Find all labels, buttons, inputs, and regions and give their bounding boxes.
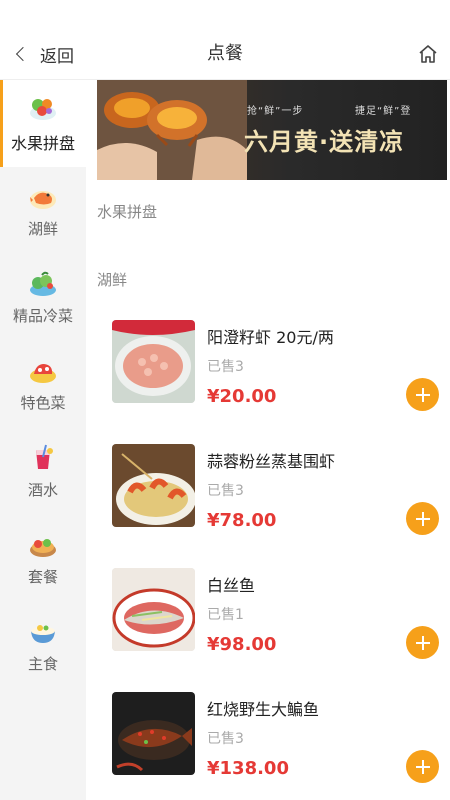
staple-food-icon [31,625,55,643]
sidebar-item-special-dish[interactable]: 特色菜 [0,341,86,428]
sidebar-item-label: 特色菜 [20,394,66,412]
sidebar-item-label: 精品冷菜 [12,307,73,325]
set-meal-icon [30,539,56,557]
sidebar-item-label: 主食 [27,655,58,673]
sidebar-item-label: 酒水 [27,481,58,499]
menu-content: 抢“鲜”一步 捷足“鲜”登 六月黄·送清凉 水果拼盘 湖鲜 阳澄籽虾 20元/两… [86,80,450,800]
section-title-fruit-platter: 水果拼盘 [97,203,158,221]
sidebar-item-label: 湖鲜 [27,220,58,238]
add-to-cart-button[interactable] [406,378,439,411]
banner-headline: 六月黄·送清凉 [244,128,405,156]
banner-slogan-right: 捷足“鲜”登 [355,106,412,117]
drink-icon [36,444,53,469]
promo-banner[interactable]: 抢“鲜”一步 捷足“鲜”登 六月黄·送清凉 [97,80,447,180]
cold-dish-icon [30,271,56,296]
menu-item[interactable]: 白丝鱼 已售1 ¥98.00 [112,568,442,659]
dish-name: 阳澄籽虾 20元/两 [207,328,334,347]
dish-name: 蒜蓉粉丝蒸基围虾 [207,452,336,471]
dish-name: 白丝鱼 [207,576,256,595]
dish-price: ¥20.00 [207,386,277,407]
dish-sold-count: 已售3 [207,483,244,499]
menu-item[interactable]: 红烧野生大鳊鱼 已售3 ¥138.00 [112,692,442,783]
dish-image [112,320,195,403]
home-icon[interactable] [416,42,440,66]
section-title-lake-fresh: 湖鲜 [97,271,128,289]
sidebar-item-label: 套餐 [27,568,58,586]
sidebar-item-set-meal[interactable]: 套餐 [0,515,86,602]
dish-image [112,692,195,775]
sidebar-item-staple-food[interactable]: 主食 [0,602,86,689]
special-dish-icon [30,364,56,383]
chevron-left-icon [15,46,31,62]
dish-image [112,568,195,651]
dish-image [112,444,195,527]
dish-name: 红烧野生大鳊鱼 [207,700,320,719]
back-label: 返回 [40,46,74,67]
sidebar-item-fruit-platter[interactable]: 水果拼盘 [0,80,86,167]
add-to-cart-button[interactable] [406,502,439,535]
category-sidebar: 水果拼盘 湖鲜 精品冷菜 特色菜 酒水 套餐 主食 [0,80,86,800]
dish-sold-count: 已售3 [207,731,244,747]
lake-fresh-icon [30,191,56,209]
back-button[interactable]: 返回 [12,40,74,68]
dish-price: ¥138.00 [207,758,289,779]
add-to-cart-button[interactable] [406,626,439,659]
add-to-cart-button[interactable] [406,750,439,783]
menu-item[interactable]: 蒜蓉粉丝蒸基围虾 已售3 ¥78.00 [112,444,442,535]
dish-price: ¥78.00 [207,510,277,531]
hairy-crab-image [97,80,247,180]
menu-item[interactable]: 阳澄籽虾 20元/两 已售3 ¥20.00 [112,320,442,411]
dish-price: ¥98.00 [207,634,277,655]
sidebar-item-cold-dish[interactable]: 精品冷菜 [0,254,86,341]
sidebar-item-label: 水果拼盘 [10,133,75,153]
top-nav-bar: 返回 点餐 [0,0,450,80]
sidebar-item-drink[interactable]: 酒水 [0,428,86,515]
dish-sold-count: 已售1 [207,607,244,623]
dish-sold-count: 已售3 [207,359,244,375]
sidebar-item-lake-fresh[interactable]: 湖鲜 [0,167,86,254]
fruit-platter-icon [30,98,56,120]
banner-slogan-left: 抢“鲜”一步 [247,106,304,117]
